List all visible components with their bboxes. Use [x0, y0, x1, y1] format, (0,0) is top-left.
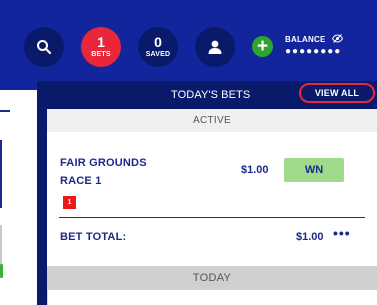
bet-amount: $1.00 [241, 164, 269, 176]
background-status-mark [0, 264, 3, 278]
plus-icon: + [256, 36, 269, 57]
add-funds-button[interactable]: + [252, 36, 273, 57]
header-bar: 1 BETS 0 SAVED + BALANCE ●●●●●●●● [0, 0, 377, 90]
bets-label: BETS [91, 51, 111, 58]
background-card-edge [0, 225, 2, 265]
section-header-active: ACTIVE [47, 109, 377, 132]
bets-button[interactable]: 1 BETS [81, 27, 121, 67]
account-button[interactable] [195, 27, 235, 67]
search-button[interactable] [24, 27, 64, 67]
race-track: FAIR GROUNDS [60, 157, 147, 169]
app-screen: 1 BETS 0 SAVED + BALANCE ●●●●●●●● TODAY'… [0, 0, 377, 305]
saved-count: 0 [154, 34, 162, 50]
panel-title: TODAY'S BETS [171, 89, 251, 101]
bets-panel: TODAY'S BETS VIEW ALL ACTIVE FAIR GROUND… [37, 81, 377, 305]
background-card-edge [0, 140, 2, 208]
balance-masked-value: ●●●●●●●● [285, 46, 342, 57]
saved-label: SAVED [145, 51, 171, 58]
background-divider [0, 110, 10, 112]
bets-list: ACTIVE FAIR GROUNDS RACE 1 $1.00 WN 1 BE… [47, 109, 377, 305]
bet-race[interactable]: FAIR GROUNDS RACE 1 [60, 154, 147, 190]
more-options-button[interactable]: ••• [333, 225, 351, 241]
balance-label: BALANCE [285, 35, 326, 44]
bet-type-button[interactable]: WN [284, 158, 344, 182]
bet-total-label: BET TOTAL: [60, 231, 127, 243]
bets-count: 1 [97, 34, 105, 50]
bet-total-value: $1.00 [296, 231, 324, 243]
background-content [0, 90, 37, 305]
bet-divider [59, 217, 365, 218]
saved-button[interactable]: 0 SAVED [138, 27, 178, 67]
view-all-button[interactable]: VIEW ALL [299, 83, 375, 103]
section-header-today: TODAY [47, 266, 377, 290]
race-number: RACE 1 [60, 175, 102, 187]
user-icon [208, 40, 222, 54]
eye-off-icon[interactable] [332, 34, 343, 43]
runner-number-badge: 1 [63, 196, 76, 209]
search-icon [37, 40, 52, 55]
today-list [47, 290, 377, 305]
